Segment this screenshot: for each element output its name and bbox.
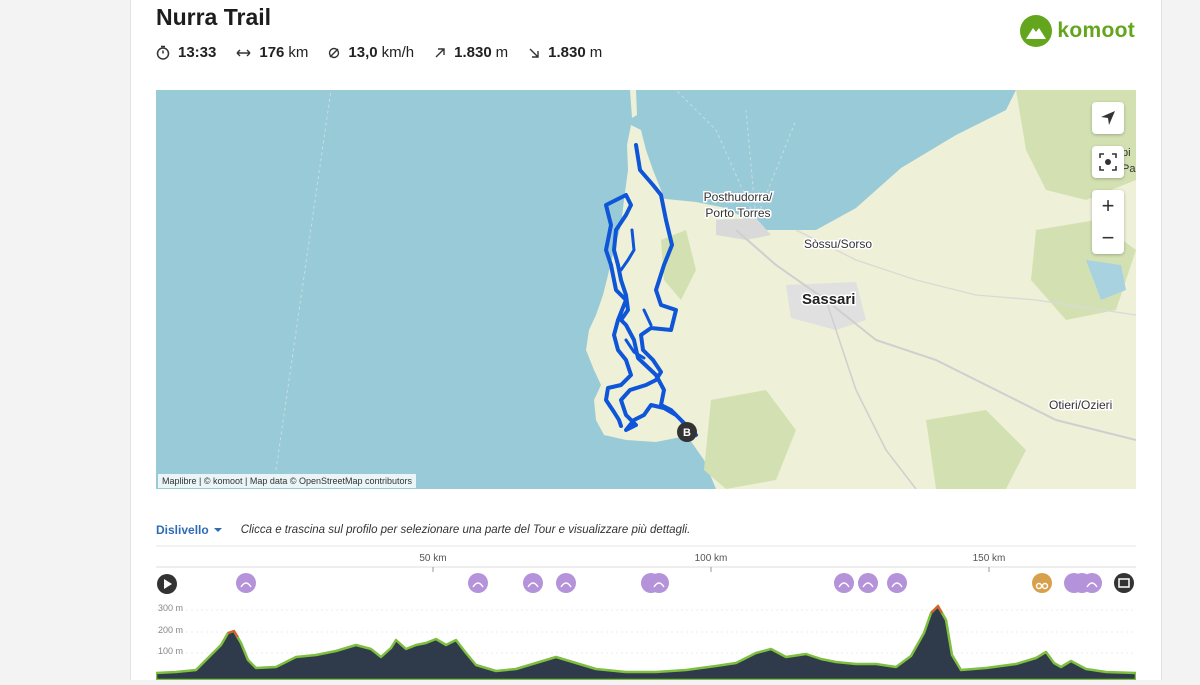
elev-label-100: 100 m [158, 646, 183, 656]
komoot-logo-text: komoot [1057, 19, 1135, 42]
duration-value: 13:33 [178, 44, 217, 61]
chevron-down-icon [213, 528, 222, 532]
km-tick-label-100: 100 km [695, 553, 728, 564]
komoot-logo[interactable]: komoot [1020, 15, 1135, 47]
elev-label-200: 200 m [158, 625, 183, 635]
map-canvas[interactable]: B Posthudorra/ Porto Torres Sòssu/Sorso … [156, 90, 1136, 489]
stat-speed: 13,0 km/h [328, 44, 414, 61]
end-marker-label: B [683, 427, 691, 439]
stat-ascent: 1.830 m [434, 44, 508, 61]
recenter-button[interactable] [1092, 146, 1124, 178]
map-attribution[interactable]: Maplibre | © komoot | Map data © OpenStr… [158, 474, 417, 488]
bike-waypoint[interactable] [1032, 573, 1052, 593]
zoom-in-icon: + [1101, 193, 1115, 218]
profile-header: Dislivello Clicca e trascina sul profilo… [156, 523, 690, 537]
tour-card: Nurra Trail komoot 13:33 176 km 13,0 km/… [130, 0, 1162, 682]
ascent-arrow-icon [435, 47, 445, 57]
km-tick-label-50: 50 km [419, 553, 446, 564]
elevation-area[interactable] [154, 604, 1138, 682]
place-label-edge-2: Pau [1122, 163, 1136, 175]
tour-title: Nurra Trail [156, 4, 272, 30]
distance-unit: km [288, 44, 309, 61]
stat-duration: 13:33 [156, 44, 216, 61]
zoom-out-icon: − [1101, 225, 1115, 250]
distance-value: 176 [259, 44, 285, 61]
locate-button[interactable] [1092, 102, 1124, 134]
place-label-ozieri: Otieri/Ozieri [1049, 398, 1112, 412]
tour-map[interactable]: B Posthudorra/ Porto Torres Sòssu/Sorso … [156, 90, 1136, 489]
zoom-in-button[interactable]: + [1092, 190, 1124, 222]
place-label-porto-torres-1: Posthudorra/ [704, 190, 773, 204]
descent-arrow-icon [529, 48, 539, 58]
zoom-out-button[interactable]: − [1092, 222, 1124, 254]
descent-value: 1.830 [548, 44, 586, 61]
ascent-unit: m [495, 44, 509, 61]
km-tick-label-150: 150 km [973, 553, 1006, 564]
average-speed-icon [329, 47, 340, 58]
elev-label-300: 300 m [158, 603, 183, 613]
place-label-sorso: Sòssu/Sorso [804, 237, 872, 251]
elevation-profile[interactable]: 50 km 100 km 150 km 300 m 200 m 100 m [154, 545, 1138, 682]
profile-waypoints [157, 573, 1134, 594]
finish-waypoint[interactable] [1114, 573, 1134, 593]
elevation-profile-chart[interactable]: 50 km 100 km 150 km 300 m 200 m 100 m [154, 545, 1138, 682]
locate-icon [1101, 111, 1115, 125]
tour-stats: 13:33 176 km 13,0 km/h 1.830 m 1.830 m [156, 44, 622, 61]
zoom-controls: + − [1092, 190, 1124, 254]
speed-value: 13,0 [348, 44, 378, 61]
stat-descent: 1.830 m [528, 44, 602, 61]
speed-unit: km/h [381, 44, 415, 61]
ascent-value: 1.830 [454, 44, 492, 61]
highlight-route-icons [240, 582, 1098, 590]
stopwatch-icon [156, 45, 170, 60]
stat-distance: 176 km [236, 44, 308, 61]
recenter-icon [1099, 153, 1117, 171]
elevation-tab-label: Dislivello [156, 523, 209, 537]
place-label-sassari: Sassari [802, 291, 855, 308]
place-label-porto-torres-2: Porto Torres [705, 206, 770, 220]
descent-unit: m [589, 44, 603, 61]
elevation-tab[interactable]: Dislivello [156, 523, 223, 537]
distance-arrows-icon [236, 49, 251, 56]
komoot-logo-icon [1020, 15, 1053, 47]
profile-hint: Clicca e trascina sul profilo per selezi… [240, 524, 691, 536]
